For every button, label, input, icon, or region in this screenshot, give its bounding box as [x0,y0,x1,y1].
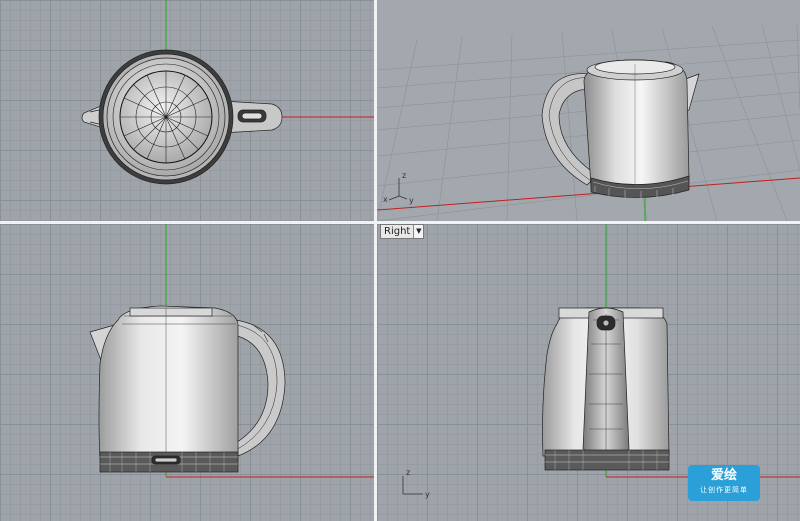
viewport-top[interactable] [0,0,374,221]
chevron-down-icon[interactable]: ▼ [413,225,424,238]
watermark-subtitle: 让创作更简单 [700,486,748,494]
axis-label-y: y [425,490,430,499]
kettle-perspective-model[interactable] [541,59,700,199]
viewport-perspective[interactable]: x y z [377,0,800,221]
axis-label-x: x [383,195,388,204]
watermark-title: 爱绘 [710,468,737,483]
kettle-top-model[interactable] [81,49,283,185]
viewport-tab-right[interactable]: Right ▼ [380,224,425,239]
horizontal-divider[interactable] [0,221,800,224]
axis-label-z: z [406,468,410,477]
viewport-front[interactable] [0,224,374,521]
axis-label-z: z [402,171,406,180]
top-view-canvas [81,0,374,185]
viewport-grid: x y z y z Right ▼ 爱绘 让创作更简单 [0,0,800,521]
perspective-canvas: x y z [377,23,800,221]
watermark-logo: 爱绘 让创作更简单 [688,465,760,501]
viewport-tab-label: Right [384,226,411,237]
perspective-axis-widget [388,178,408,201]
axis-label-y: y [409,196,414,205]
viewport-right[interactable]: y z Right ▼ 爱绘 让创作更简单 [377,224,800,521]
right-axis-widget [402,476,423,495]
vertical-divider[interactable] [374,0,377,521]
kettle-front-model[interactable] [89,305,286,473]
kettle-right-model[interactable] [542,307,670,471]
front-view-canvas [89,224,374,478]
